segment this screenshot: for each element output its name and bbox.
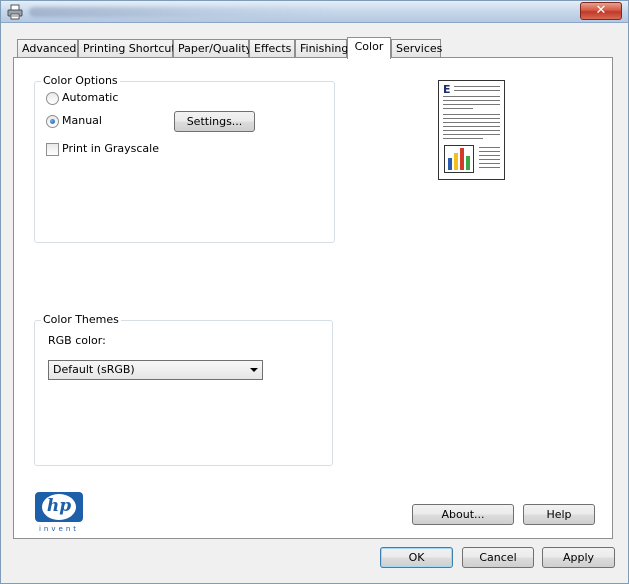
close-button[interactable]: ✕ [580, 2, 622, 20]
manual-label[interactable]: Manual [62, 114, 102, 128]
title-bar[interactable]: ✕ [1, 1, 628, 23]
tab-paper-quality[interactable]: Paper/Quality [173, 39, 252, 58]
rgb-color-value: Default (sRGB) [53, 363, 135, 376]
color-tab-panel: Color Options Automatic Manual Settings.… [13, 57, 613, 539]
automatic-radio[interactable] [46, 92, 59, 105]
cancel-button[interactable]: Cancel [462, 547, 534, 568]
page-preview: E [438, 80, 505, 180]
manual-radio[interactable] [46, 115, 59, 128]
ok-button[interactable]: OK [380, 547, 453, 568]
hp-logo: hp invent [35, 492, 83, 534]
printer-properties-window: ✕ Advanced Printing Shortcuts Paper/Qual… [0, 0, 629, 584]
rgb-color-dropdown[interactable]: Default (sRGB) [48, 360, 263, 380]
color-themes-legend: Color Themes [41, 313, 121, 327]
tab-advanced[interactable]: Advanced [17, 39, 78, 58]
settings-button[interactable]: Settings... [174, 111, 255, 132]
window-title-blurred [29, 7, 329, 17]
preview-bar-chart-icon [444, 145, 474, 173]
grayscale-checkbox[interactable] [46, 143, 59, 156]
preview-heading-letter: E [443, 83, 451, 96]
chevron-down-icon [250, 368, 258, 372]
close-icon: ✕ [595, 3, 607, 18]
tab-services[interactable]: Services [391, 39, 442, 58]
about-button[interactable]: About... [412, 504, 514, 525]
tab-printing-shortcuts[interactable]: Printing Shortcuts [78, 39, 181, 58]
color-options-group: Color Options [34, 74, 335, 243]
grayscale-label[interactable]: Print in Grayscale [62, 142, 159, 156]
rgb-color-label: RGB color: [48, 334, 106, 347]
printer-icon [7, 4, 23, 20]
tab-color[interactable]: Color [347, 37, 391, 59]
tab-effects[interactable]: Effects [249, 39, 295, 58]
help-button[interactable]: Help [523, 504, 595, 525]
tab-finishing[interactable]: Finishing [295, 39, 348, 58]
color-options-legend: Color Options [41, 74, 120, 88]
apply-button[interactable]: Apply [542, 547, 615, 568]
automatic-label[interactable]: Automatic [62, 91, 118, 105]
